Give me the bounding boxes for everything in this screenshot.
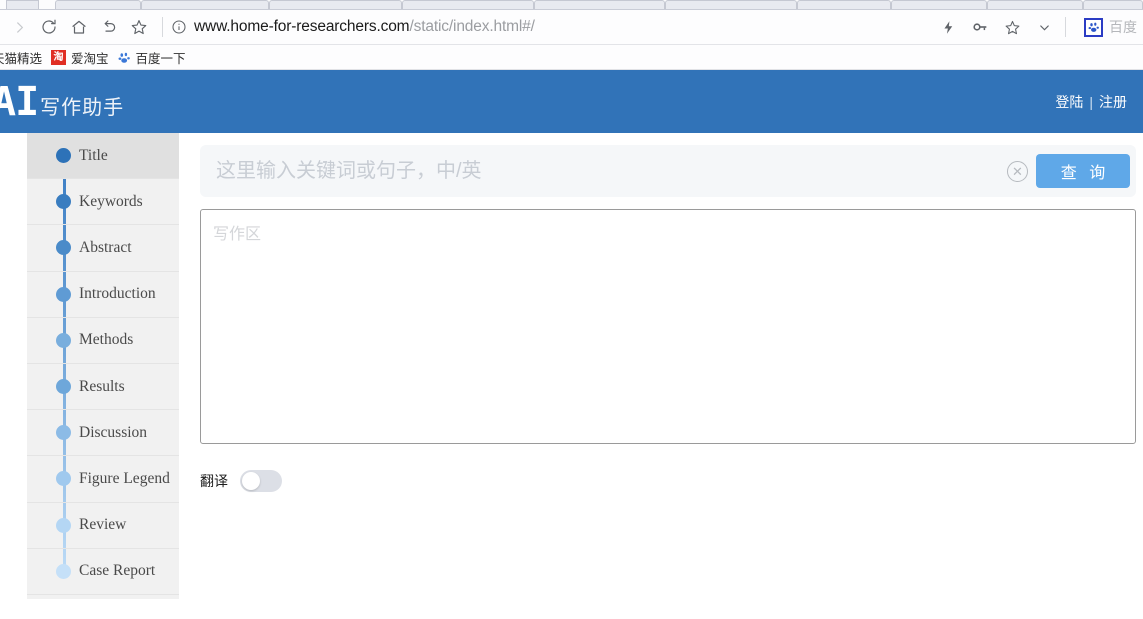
browser-tab[interactable] [54,0,142,9]
sidebar-item-label: Introduction [79,285,156,303]
browser-tab[interactable] [5,0,39,9]
timeline-dot [56,471,71,487]
sidebar-item-results[interactable]: Results [27,364,179,411]
baidu-paw-icon[interactable] [1084,17,1103,37]
baidu-extension[interactable]: 百度 [1084,17,1137,37]
browser-tab[interactable] [1083,0,1143,9]
sidebar-item-keywords[interactable]: Keywords [27,179,179,226]
browser-tab[interactable] [987,0,1084,9]
toolbar-right-group: 百度 [933,12,1137,42]
info-circle-icon[interactable] [171,19,187,35]
star-icon[interactable] [124,12,154,42]
bookmark-label: 百度一下 [135,51,186,66]
browser-toolbar: www.home-for-researchers.com/static/inde… [0,10,1143,45]
sidebar-item-discussion[interactable]: Discussion [27,410,179,457]
sidebar-item-label: Figure Legend [79,469,170,487]
bookmark-item-tmall[interactable]: 天猫精选 [0,48,42,67]
search-bar: ✕ 查 询 [200,145,1136,197]
browser-tab[interactable] [401,0,534,9]
sidebar-item-figure-legend[interactable]: Figure Legend [27,456,179,503]
bookmark-item-taobao[interactable]: 淘 爱淘宝 [51,48,109,67]
toggle-knob [242,472,260,490]
browser-tab[interactable] [891,0,988,9]
translate-label: 翻译 [200,473,228,489]
sidebar-item-label: Review [79,516,127,534]
browser-tab[interactable] [665,0,797,9]
sidebar-item-case-report[interactable]: Case Report [27,549,179,595]
timeline-dot [56,425,71,441]
sidebar-item-title[interactable]: Title [27,133,179,180]
sidebar-item-review[interactable]: Review [27,503,179,549]
site-header: AI 写作助手 登陆 | 注册 [0,70,1143,133]
translate-toggle[interactable] [240,470,282,492]
timeline-dot [56,240,71,256]
home-icon[interactable] [64,12,94,42]
chevron-down-icon[interactable] [1029,12,1059,42]
main-content: ✕ 查 询 翻译 [179,133,1143,618]
key-icon[interactable] [965,12,995,42]
sidebar-item-methods[interactable]: Methods [27,318,179,364]
logo-mark: AI [0,78,39,125]
sidebar-item-label: Case Report [79,562,156,580]
search-input[interactable] [214,158,999,184]
section-sidebar: Title Keywords Abstract Introduction Methods… [27,133,179,599]
bookmark-item-baidu[interactable]: 百度一下 [118,48,186,67]
toolbar-divider [162,17,163,37]
undo-arrow-icon[interactable] [94,12,124,42]
bookmarks-bar: 天猫精选 淘 爱淘宝 百度一下 [0,45,1143,70]
browser-tab[interactable] [269,0,402,9]
auth-links: 登陆 | 注册 [1055,92,1127,112]
site-logo[interactable]: AI 写作助手 [0,82,124,122]
url-display: www.home-for-researchers.com/static/inde… [194,18,535,36]
timeline-dot [56,517,71,533]
sidebar-item-label: Abstract [79,238,132,256]
baidu-extension-label: 百度 [1109,19,1137,35]
taobao-icon: 淘 [51,49,67,65]
auth-divider: | [1089,93,1093,110]
timeline-dot [56,148,71,164]
timeline-dot [56,563,71,579]
clear-circle-icon[interactable]: ✕ [1007,160,1028,182]
tabstrip-gap [38,0,55,9]
sidebar-item-label: Discussion [79,423,148,441]
sidebar-item-label: Methods [79,331,134,349]
writing-area-input[interactable] [200,209,1136,444]
url-path: /static/index.html#/ [409,18,535,35]
logo-text: 写作助手 [40,96,125,119]
toolbar-divider [1065,17,1066,37]
search-button[interactable]: 查 询 [1036,154,1130,188]
address-bar[interactable]: www.home-for-researchers.com/static/inde… [171,18,933,36]
page-body: Title Keywords Abstract Introduction Methods… [0,133,1143,618]
sidebar-item-abstract[interactable]: Abstract [27,225,179,272]
sidebar-item-label: Title [79,146,108,164]
star-icon[interactable] [997,12,1027,42]
timeline-dot [56,379,71,395]
editor-controls: 翻译 [200,470,1136,492]
browser-tab[interactable] [141,0,270,9]
login-link[interactable]: 登陆 [1055,92,1083,112]
browser-tab[interactable] [533,0,666,9]
browser-tab-strip [0,0,1143,10]
sidebar-item-introduction[interactable]: Introduction [27,272,179,318]
forward-arrow-icon[interactable] [4,12,34,42]
timeline-dot [56,194,71,210]
bookmark-label: 爱淘宝 [71,51,109,66]
timeline-dot [56,286,71,302]
browser-window: www.home-for-researchers.com/static/inde… [0,0,1143,619]
timeline-dot [56,332,71,348]
browser-tab[interactable] [796,0,892,9]
lightning-icon[interactable] [933,12,963,42]
sidebar-list: Title Keywords Abstract Introduction Methods… [27,133,179,595]
reload-icon[interactable] [34,12,64,42]
baidu-paw-icon [118,51,131,64]
register-link[interactable]: 注册 [1099,92,1127,112]
bookmark-label: 天猫精选 [0,51,43,66]
sidebar-item-label: Results [79,377,125,395]
url-domain: www.home-for-researchers.com [194,18,410,35]
sidebar-item-label: Keywords [79,192,143,210]
